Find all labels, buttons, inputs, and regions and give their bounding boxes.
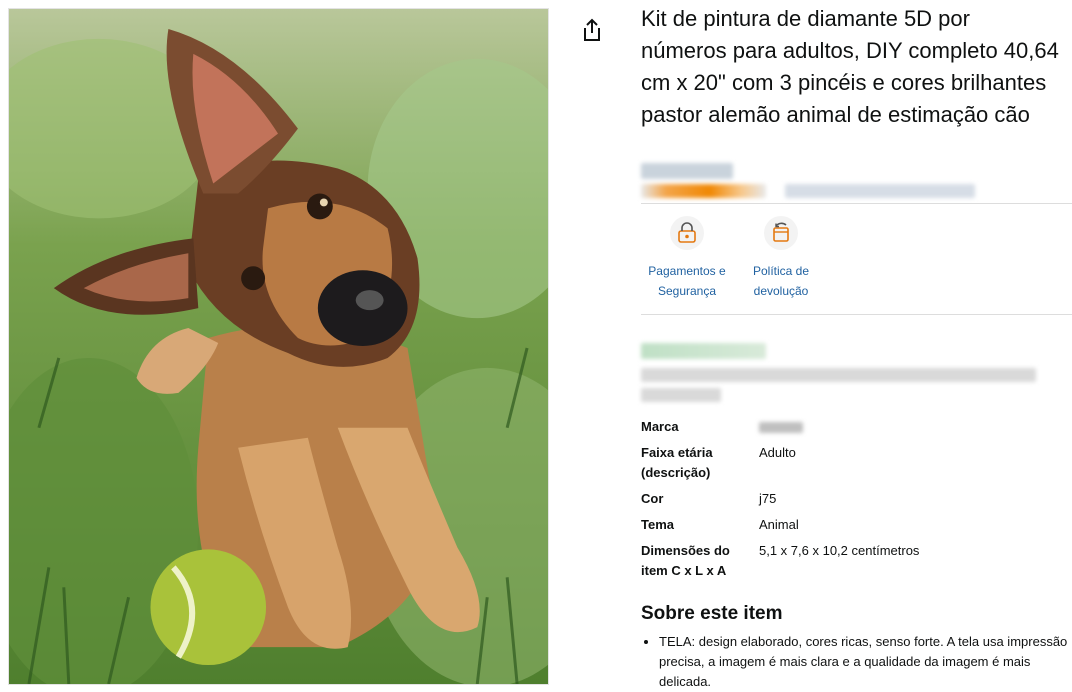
return-policy-label[interactable]: Política de devolução: [736, 261, 826, 301]
payment-security-feature[interactable]: Pagamentos e Segurança: [642, 216, 732, 301]
product-title: Kit de pintura de diamante 5D por número…: [641, 6, 1059, 127]
spec-row-theme: Tema Animal: [641, 515, 919, 541]
store-link-blurred[interactable]: [641, 163, 733, 179]
spec-key: Cor: [641, 491, 664, 506]
share-icon: [584, 18, 600, 41]
spec-value: 5,1 x 7,6 x 10,2 centímetros: [759, 543, 920, 558]
badge-title-blurred: [641, 343, 766, 359]
about-bullet: TELA: design elaborado, cores ricas, sen…: [659, 632, 1072, 692]
product-specs-table: Marca Faixa etária (descrição) Adulto Co…: [641, 417, 919, 587]
spec-row-color: Cor j75: [641, 489, 919, 515]
spec-value: Animal: [759, 517, 799, 532]
about-heading: Sobre este item: [641, 603, 783, 624]
return-policy-icon: [764, 216, 798, 250]
spec-key: Marca: [641, 419, 679, 434]
ratings-count-blurred[interactable]: [785, 184, 975, 198]
badge-text-blurred-line-2: [641, 388, 721, 402]
spec-key: Faixa etária (descrição): [641, 445, 713, 480]
divider-middle: [641, 314, 1072, 315]
divider-top: [641, 203, 1072, 204]
spec-row-brand: Marca: [641, 417, 919, 443]
spec-value: [759, 417, 919, 443]
spec-value: Adulto: [759, 445, 796, 460]
spec-row-age: Faixa etária (descrição) Adulto: [641, 443, 919, 489]
product-image[interactable]: [8, 8, 549, 685]
spec-value: j75: [759, 491, 777, 506]
about-bullets: TELA: design elaborado, cores ricas, sen…: [641, 632, 1072, 692]
rating-stars-blurred[interactable]: [641, 184, 766, 198]
brand-value-blurred: [759, 422, 803, 433]
payment-security-label[interactable]: Pagamentos e Segurança: [642, 261, 732, 301]
secure-payment-icon: [670, 216, 704, 250]
spec-key: Tema: [641, 517, 674, 532]
return-policy-feature[interactable]: Política de devolução: [736, 216, 826, 301]
badge-text-blurred-line-1: [641, 368, 1036, 382]
spec-key: Dimensões do item C x L x A: [641, 543, 730, 578]
share-button[interactable]: [580, 16, 604, 44]
dog-painting-image: [9, 9, 548, 684]
spec-row-dimensions: Dimensões do item C x L x A 5,1 x 7,6 x …: [641, 541, 919, 587]
